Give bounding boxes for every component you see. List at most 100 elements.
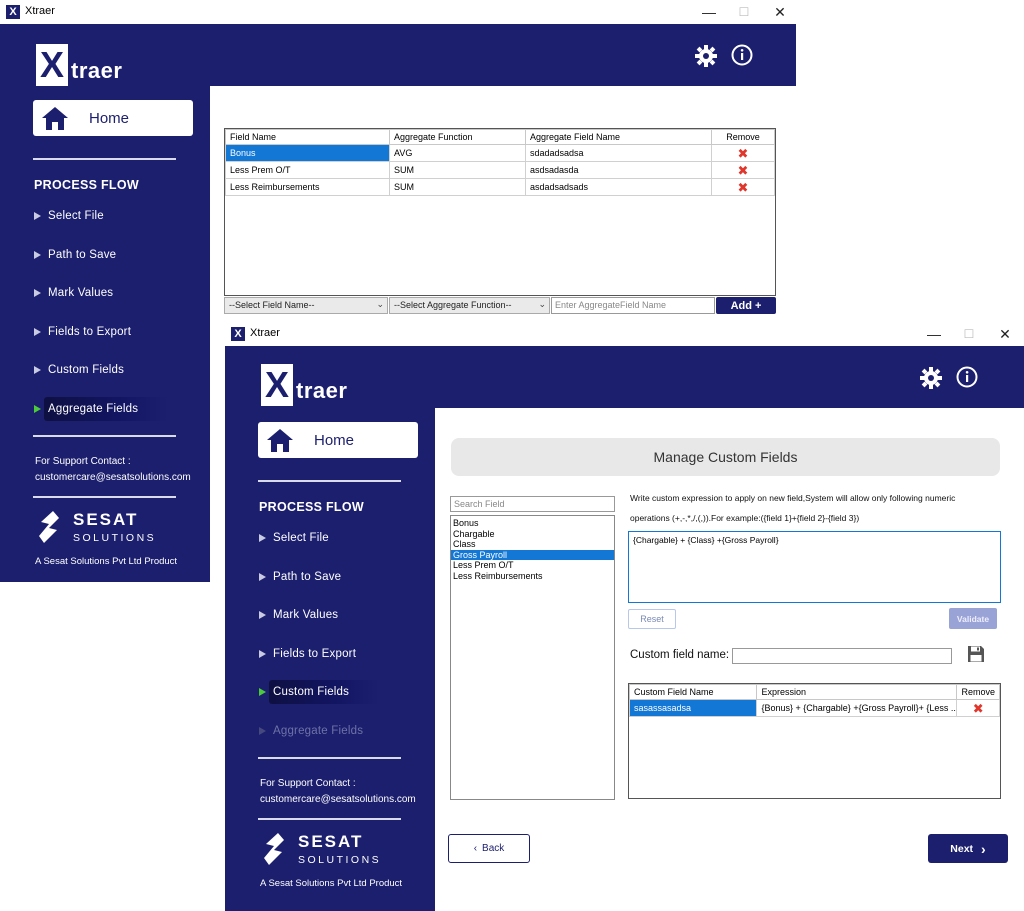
home-label: Home	[314, 431, 355, 449]
divider	[33, 496, 176, 498]
column-header[interactable]: Expression	[756, 684, 958, 700]
remove-x-icon[interactable]: ✖	[961, 702, 995, 715]
custom-fields-grid[interactable]: Custom Field Name Expression Remove sasa…	[628, 683, 1001, 799]
close-button[interactable]: ✕	[765, 2, 795, 22]
remove-x-icon[interactable]: ✖	[716, 164, 770, 177]
settings-gear-icon[interactable]	[695, 45, 717, 67]
next-button[interactable]: Next ›	[928, 834, 1008, 863]
field-name-cell[interactable]: Bonus	[225, 144, 390, 162]
nav-custom-fields[interactable]: Custom Fields	[30, 357, 124, 383]
table-row[interactable]: Bonus AVG sdadadsadsa ✖	[225, 144, 775, 162]
home-button[interactable]: Home	[258, 422, 418, 458]
tagline: A Sesat Solutions Pvt Ltd Product	[260, 878, 403, 889]
minimize-button[interactable]: —	[919, 324, 949, 344]
custom-field-name-cell[interactable]: sasassasadsa	[628, 699, 758, 717]
column-header[interactable]: Custom Field Name	[628, 684, 758, 700]
aggregate-function-select[interactable]: --Select Aggregate Function-- ⌄	[389, 297, 550, 314]
app-icon: X	[6, 5, 20, 19]
back-button[interactable]: ‹ Back	[448, 834, 530, 863]
reset-button[interactable]: Reset	[628, 609, 676, 629]
maximize-button[interactable]: ☐	[954, 324, 984, 344]
nav-fields-to-export[interactable]: Fields to Export	[30, 319, 131, 345]
field-list[interactable]: Bonus Chargable Class Gross Payroll Less…	[450, 515, 615, 800]
nav-aggregate-fields[interactable]: Aggregate Fields	[30, 396, 169, 422]
expression-cell[interactable]: {Bonus} + {Chargable} +{Gross Payroll}+ …	[756, 699, 958, 717]
save-disk-icon[interactable]	[967, 645, 985, 663]
support-contact: For Support Contact : customercare@sesat…	[35, 454, 191, 486]
column-header[interactable]: Aggregate Field Name	[525, 129, 712, 145]
nav-select-file[interactable]: Select File	[30, 203, 104, 229]
nav-mark-values[interactable]: Mark Values	[255, 602, 338, 628]
divider	[33, 435, 176, 437]
remove-x-icon[interactable]: ✖	[716, 181, 770, 194]
divider	[258, 480, 401, 482]
nav-aggregate-fields: Aggregate Fields	[255, 718, 363, 744]
field-name-select[interactable]: --Select Field Name-- ⌄	[224, 297, 388, 314]
field-name-cell[interactable]: Less Prem O/T	[225, 161, 390, 179]
agg-name-cell[interactable]: asdadsadsads	[525, 178, 712, 196]
aggregate-field-name-input[interactable]: Enter AggregateField Name	[551, 297, 715, 314]
nav-fields-to-export[interactable]: Fields to Export	[255, 641, 356, 667]
custom-field-name-input[interactable]	[732, 648, 952, 664]
list-item[interactable]: Chargable	[451, 529, 614, 540]
table-row[interactable]: Less Prem O/T SUM asdsadasda ✖	[225, 161, 775, 179]
sesat-logo: SESAT SOLUTIONS	[260, 832, 381, 866]
sidebar: Xtraer Home PROCESS FLOW Select File Pat…	[0, 24, 210, 582]
chevron-left-icon: ‹	[473, 843, 478, 854]
xtraer-logo: Xtraer	[36, 44, 122, 86]
home-icon	[266, 427, 294, 453]
column-header[interactable]: Remove	[711, 129, 775, 145]
nav-path-to-save[interactable]: Path to Save	[255, 564, 341, 590]
process-flow-heading: PROCESS FLOW	[34, 178, 139, 192]
instructions: Write custom expression to apply on new …	[630, 493, 956, 523]
validate-button[interactable]: Validate	[949, 608, 997, 629]
list-item[interactable]: Class	[451, 539, 614, 550]
aggregate-grid[interactable]: Field Name Aggregate Function Aggregate …	[224, 128, 776, 296]
field-name-cell[interactable]: Less Reimbursements	[225, 178, 390, 196]
close-button[interactable]: ✕	[990, 324, 1020, 344]
support-email[interactable]: customercare@sesatsolutions.com	[260, 792, 416, 808]
function-cell[interactable]: SUM	[389, 178, 526, 196]
home-button[interactable]: Home	[33, 100, 193, 136]
info-icon[interactable]	[956, 366, 978, 388]
title-bar[interactable]: X Xtraer — ☐ ✕	[225, 322, 1024, 346]
page-title: Manage Custom Fields	[451, 438, 1000, 476]
support-email[interactable]: customercare@sesatsolutions.com	[35, 470, 191, 486]
divider	[33, 158, 176, 160]
tagline: A Sesat Solutions Pvt Ltd Product	[35, 556, 178, 567]
list-item[interactable]: Gross Payroll	[451, 549, 614, 560]
agg-name-cell[interactable]: sdadadsadsa	[525, 144, 712, 162]
app-icon: X	[231, 327, 245, 341]
info-icon[interactable]	[731, 44, 753, 66]
agg-name-cell[interactable]: asdsadasda	[525, 161, 712, 179]
xtraer-logo: Xtraer	[261, 364, 347, 406]
remove-x-icon[interactable]: ✖	[716, 147, 770, 160]
nav-custom-fields[interactable]: Custom Fields	[255, 679, 380, 705]
chevron-down-icon: ⌄	[376, 299, 384, 309]
column-header[interactable]: Field Name	[225, 129, 390, 145]
column-header[interactable]: Remove	[956, 684, 1000, 700]
window-title: Xtraer	[250, 327, 280, 339]
window-title: Xtraer	[25, 5, 55, 17]
nav-path-to-save[interactable]: Path to Save	[30, 242, 116, 268]
expression-editor[interactable]: {Chargable} + {Class} +{Gross Payroll}	[628, 531, 1001, 603]
title-bar[interactable]: X Xtraer — ☐ ✕	[0, 0, 796, 24]
chevron-right-icon: ›	[981, 840, 986, 857]
column-header[interactable]: Aggregate Function	[389, 129, 526, 145]
home-label: Home	[89, 109, 130, 127]
table-row[interactable]: sasassasadsa {Bonus} + {Chargable} +{Gro…	[628, 699, 1000, 717]
nav-mark-values[interactable]: Mark Values	[30, 280, 113, 306]
sesat-mark-icon	[260, 832, 288, 866]
function-cell[interactable]: SUM	[389, 161, 526, 179]
list-item[interactable]: Bonus	[451, 518, 614, 529]
list-item[interactable]: Less Prem O/T	[451, 560, 614, 571]
nav-select-file[interactable]: Select File	[255, 525, 329, 551]
settings-gear-icon[interactable]	[920, 367, 942, 389]
search-field-input[interactable]: Search Field	[450, 496, 615, 512]
table-row[interactable]: Less Reimbursements SUM asdadsadsads ✖	[225, 178, 775, 196]
function-cell[interactable]: AVG	[389, 144, 526, 162]
maximize-button[interactable]: ☐	[729, 2, 759, 22]
add-button[interactable]: Add +	[716, 297, 776, 314]
list-item[interactable]: Less Reimbursements	[451, 571, 614, 582]
minimize-button[interactable]: —	[694, 2, 724, 22]
